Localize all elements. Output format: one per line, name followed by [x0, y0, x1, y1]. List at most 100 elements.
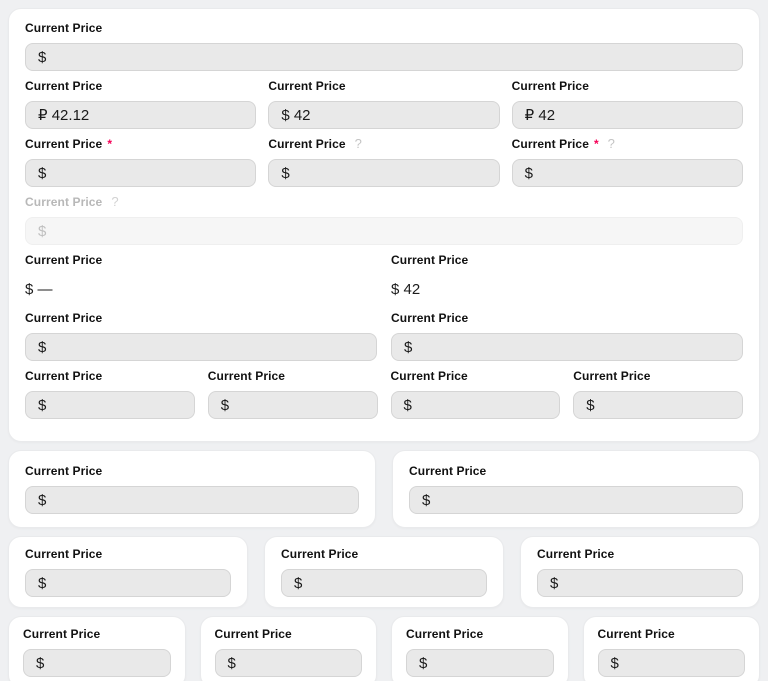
required-asterisk: *: [594, 137, 599, 151]
field-label-row: Current Price: [391, 253, 743, 266]
price-card: Current Price $: [391, 616, 569, 681]
field-label: Current Price: [598, 627, 675, 641]
field-label-row: Current Price *: [25, 137, 256, 150]
price-field: Current Price $: [281, 547, 487, 597]
main-card: Current Price $ Current Price ₽ 42.12 Cu…: [8, 8, 760, 442]
field-label-row: Current Price: [409, 464, 743, 477]
price-input[interactable]: $: [391, 391, 561, 419]
price-field: Current Price $: [215, 627, 363, 677]
field-label: Current Price: [268, 79, 345, 93]
field-label-row: Current Price: [25, 311, 377, 324]
price-card: Current Price $: [392, 450, 760, 528]
price-field-help: Current Price ? $: [268, 137, 499, 187]
price-input[interactable]: $: [25, 333, 377, 361]
price-input[interactable]: $: [598, 649, 746, 677]
help-icon[interactable]: ?: [355, 136, 362, 151]
price-input[interactable]: $: [409, 486, 743, 514]
field-label-row: Current Price ?: [25, 195, 743, 208]
price-field-ruble-decimal: Current Price ₽ 42.12: [25, 79, 256, 129]
price-field-disabled: Current Price ? $: [25, 195, 743, 245]
field-label-row: Current Price: [598, 627, 746, 640]
price-field: Current Price $: [23, 627, 171, 677]
field-label-row: Current Price ?: [268, 137, 499, 150]
price-field-dollar-value: Current Price $ 42: [268, 79, 499, 129]
price-input[interactable]: $: [215, 649, 363, 677]
field-label: Current Price: [537, 547, 614, 561]
price-input[interactable]: $: [25, 486, 359, 514]
price-input[interactable]: $: [25, 43, 743, 71]
field-label-row: Current Price: [25, 464, 359, 477]
price-input[interactable]: $: [391, 333, 743, 361]
price-field: Current Price $: [537, 547, 743, 597]
field-label: Current Price: [25, 464, 102, 478]
price-field: Current Price $: [598, 627, 746, 677]
field-label: Current Price: [391, 369, 468, 383]
field-label: Current Price: [25, 253, 102, 267]
required-asterisk: *: [107, 137, 112, 151]
field-label-row: Current Price: [268, 79, 499, 92]
price-input[interactable]: $: [512, 159, 743, 187]
price-field: Current Price $: [25, 547, 231, 597]
field-label: Current Price: [25, 137, 102, 151]
field-grid-modifiers: Current Price * $ Current Price ? $ Curr…: [25, 137, 743, 195]
price-input[interactable]: $ 42: [268, 101, 499, 129]
price-input[interactable]: $: [573, 391, 743, 419]
price-card: Current Price $: [8, 536, 248, 608]
help-icon: ?: [111, 194, 118, 209]
field-label-row: Current Price: [573, 369, 743, 382]
field-label: Current Price: [406, 627, 483, 641]
field-label-row: Current Price: [537, 547, 743, 560]
price-field-readonly-value: Current Price $ 42: [391, 253, 743, 311]
price-input[interactable]: $: [537, 569, 743, 597]
card-row-four: Current Price $ Current Price $ Current …: [8, 616, 760, 681]
field-label: Current Price: [391, 253, 468, 267]
price-input[interactable]: $: [208, 391, 378, 419]
price-field-half: Current Price $: [25, 311, 377, 361]
field-label: Current Price: [268, 137, 345, 151]
price-input[interactable]: $: [25, 391, 195, 419]
field-label-row: Current Price: [208, 369, 378, 382]
card-row-three: Current Price $ Current Price $ Current …: [8, 536, 760, 608]
price-field-required: Current Price * $: [25, 137, 256, 187]
price-field-readonly-empty: Current Price $ —: [25, 253, 377, 303]
price-input[interactable]: $: [281, 569, 487, 597]
price-field-quarter: Current Price $: [573, 369, 743, 427]
field-label-row: Current Price: [406, 627, 554, 640]
field-label: Current Price: [512, 137, 589, 151]
field-label: Current Price: [25, 311, 102, 325]
field-label-row: Current Price: [25, 21, 743, 34]
price-field-quarter: Current Price $: [25, 369, 195, 419]
field-label: Current Price: [23, 627, 100, 641]
price-input[interactable]: $: [406, 649, 554, 677]
price-card: Current Price $: [8, 616, 186, 681]
field-grid-quarter: Current Price $ Current Price $ Current …: [25, 369, 743, 427]
price-input[interactable]: $: [23, 649, 171, 677]
field-grid-values: Current Price ₽ 42.12 Current Price $ 42…: [25, 79, 743, 137]
price-input[interactable]: ₽ 42: [512, 101, 743, 129]
help-icon[interactable]: ?: [608, 136, 615, 151]
field-label: Current Price: [512, 79, 589, 93]
field-label: Current Price: [25, 369, 102, 383]
price-field-ruble-value: Current Price ₽ 42: [512, 79, 743, 137]
field-label: Current Price: [25, 547, 102, 561]
price-value: $ 42: [391, 275, 743, 303]
field-label: Current Price: [573, 369, 650, 383]
field-label-row: Current Price: [391, 311, 743, 324]
field-label-row: Current Price: [512, 79, 743, 92]
field-label-row: Current Price: [25, 369, 195, 382]
price-value: $ —: [25, 275, 377, 303]
field-label-row: Current Price: [23, 627, 171, 640]
price-input[interactable]: $: [25, 159, 256, 187]
price-field-required-help: Current Price * ? $: [512, 137, 743, 195]
price-input[interactable]: $: [268, 159, 499, 187]
price-card: Current Price $: [583, 616, 761, 681]
price-input[interactable]: $: [25, 569, 231, 597]
field-label-row: Current Price: [25, 253, 377, 266]
field-label-row: Current Price: [25, 79, 256, 92]
price-input[interactable]: ₽ 42.12: [25, 101, 256, 129]
price-card: Current Price $: [8, 450, 376, 528]
price-field: Current Price $: [409, 464, 743, 514]
field-grid-half: Current Price $ Current Price $: [25, 311, 743, 369]
field-label: Current Price: [409, 464, 486, 478]
field-label: Current Price: [25, 195, 102, 209]
